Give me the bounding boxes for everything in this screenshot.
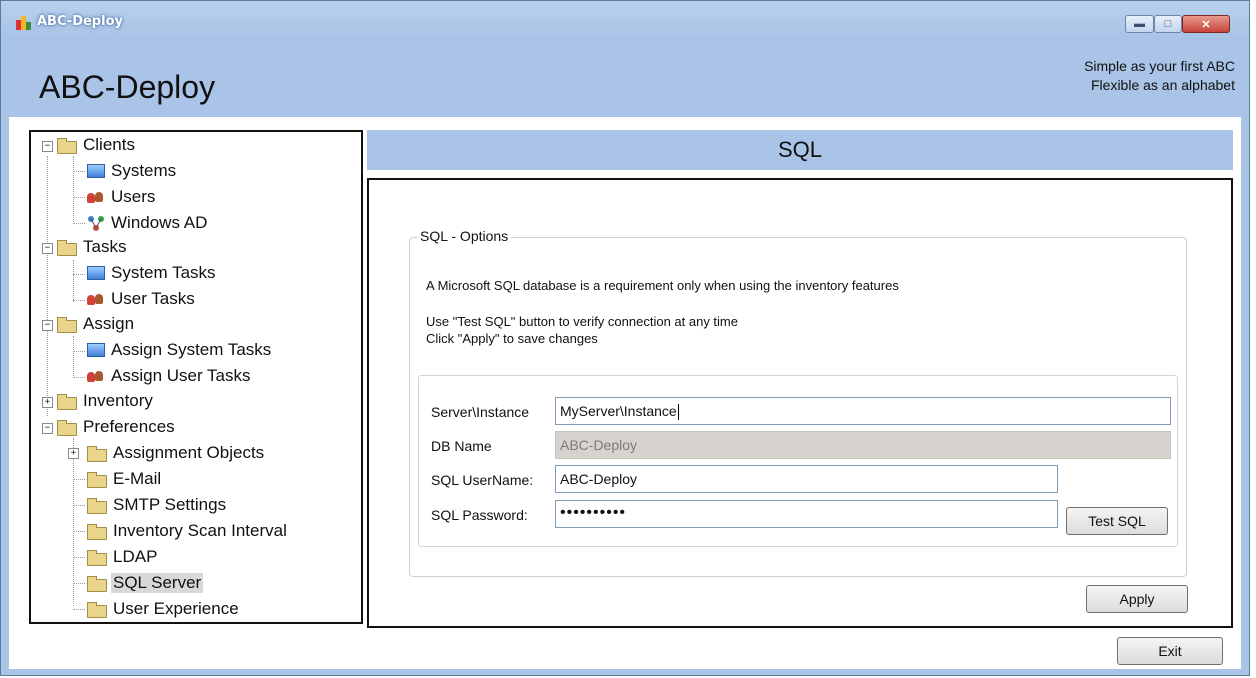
tree-item-ldap[interactable]: LDAP [87,546,159,568]
info-requirement: A Microsoft SQL database is a requiremen… [426,278,899,293]
tagline-line-1: Simple as your first ABC [1084,58,1235,74]
info-test-sql: Use "Test SQL" button to verify connecti… [426,314,738,329]
server-instance-field[interactable]: MyServer\Instance [555,397,1171,425]
folder-open-icon [57,419,77,436]
sql-options-title: SQL - Options [417,228,512,244]
tree-line [73,479,85,480]
expand-assignment-objects-icon[interactable]: + [68,448,79,459]
tagline-line-2: Flexible as an alphabet [1091,77,1235,93]
tree-line [73,197,85,198]
exit-button[interactable]: Exit [1117,637,1223,665]
tree-line [73,223,85,224]
users-icon [87,292,105,306]
computer-icon [87,343,105,357]
server-instance-value: MyServer\Instance [560,403,677,419]
info-apply: Click "Apply" to save changes [426,331,598,346]
network-icon [87,215,105,231]
computer-icon [87,164,105,178]
app-header: ABC-Deploy Simple as your first ABC Flex… [9,41,1241,117]
app-heading: ABC-Deploy [39,69,216,105]
maximize-button[interactable]: □ [1154,15,1182,33]
tree-item-smtp-settings[interactable]: SMTP Settings [87,494,228,516]
tree-item-clients[interactable]: Clients [57,134,137,156]
title-bar: ABC-Deploy ▬ □ ✕ [1,1,1249,41]
folder-icon [87,445,107,462]
maximize-icon: □ [1164,18,1172,30]
folder-open-icon [57,316,77,333]
tree-line [73,171,85,172]
collapse-preferences-icon[interactable]: − [42,423,53,434]
tree-line [73,336,74,378]
collapse-tasks-icon[interactable]: − [42,243,53,254]
server-instance-label: Server\Instance [431,404,530,420]
db-name-label: DB Name [431,438,492,454]
folder-icon [87,497,107,514]
folder-icon [87,549,107,566]
folder-icon [87,601,107,618]
tree-item-inventory-scan-interval[interactable]: Inventory Scan Interval [87,520,289,542]
text-caret [677,404,679,421]
folder-open-icon [57,239,77,256]
tree-line [73,531,85,532]
tree-item-windows-ad[interactable]: Windows AD [87,212,209,234]
sql-password-label: SQL Password: [431,507,528,523]
tree-line [73,300,85,301]
tree-item-e-mail[interactable]: E-Mail [87,468,163,490]
tree-line [73,274,85,275]
tree-line [47,156,48,416]
minimize-button[interactable]: ▬ [1125,15,1154,33]
app-window: ABC-Deploy ▬ □ ✕ ABC-Deploy Simple as yo… [0,0,1250,676]
close-button[interactable]: ✕ [1182,15,1230,33]
db-name-field: ABC-Deploy [555,431,1171,459]
sql-username-field[interactable]: ABC-Deploy [555,465,1058,493]
tree-item-systems[interactable]: Systems [87,160,178,182]
tree-line [73,260,74,302]
tree-item-tasks[interactable]: Tasks [57,236,128,258]
section-title: SQL [367,130,1233,170]
folder-icon [87,471,107,488]
tree-item-assign-system-tasks[interactable]: Assign System Tasks [87,339,273,361]
folder-icon [87,523,107,540]
users-icon [87,190,105,204]
sql-password-field[interactable]: •••••••••• [555,500,1058,528]
sql-username-label: SQL UserName: [431,472,534,488]
test-sql-button[interactable]: Test SQL [1066,507,1168,535]
tree-item-users[interactable]: Users [87,186,157,208]
client-area: − Clients Systems Users Windows AD − Tas… [9,117,1241,669]
folder-open-icon [57,137,77,154]
tree-item-system-tasks[interactable]: System Tasks [87,262,218,284]
tree-item-assign[interactable]: Assign [57,313,136,335]
tree-item-inventory[interactable]: Inventory [57,390,155,412]
tree-item-user-experience[interactable]: User Experience [87,598,241,620]
tagline: Simple as your first ABC Flexible as an … [1084,57,1235,95]
navigation-tree[interactable]: − Clients Systems Users Windows AD − Tas… [29,130,363,624]
minimize-icon: ▬ [1134,18,1145,30]
expand-inventory-icon[interactable]: + [42,397,53,408]
tree-item-assign-user-tasks[interactable]: Assign User Tasks [87,365,253,387]
app-icon [15,13,33,31]
collapse-assign-icon[interactable]: − [42,320,53,331]
tree-item-sql-server[interactable]: SQL Server [87,572,204,594]
tree-line [73,351,85,352]
tree-line [73,583,85,584]
tree-line [73,557,85,558]
tree-line [73,609,85,610]
tree-line [73,505,85,506]
folder-open-icon [87,575,107,592]
tree-item-preferences[interactable]: Preferences [57,416,177,438]
users-icon [87,369,105,383]
tree-line [73,377,85,378]
sql-panel: SQL - Options A Microsoft SQL database i… [367,178,1233,628]
tree-line [73,156,74,224]
apply-button[interactable]: Apply [1086,585,1188,613]
computer-icon [87,266,105,280]
tree-item-assignment-objects[interactable]: Assignment Objects [87,442,266,464]
collapse-clients-icon[interactable]: − [42,141,53,152]
tree-line [73,438,74,606]
close-icon: ✕ [1201,18,1211,31]
window-title: ABC-Deploy [37,14,123,29]
tree-item-user-tasks[interactable]: User Tasks [87,288,197,310]
folder-icon [57,393,77,410]
